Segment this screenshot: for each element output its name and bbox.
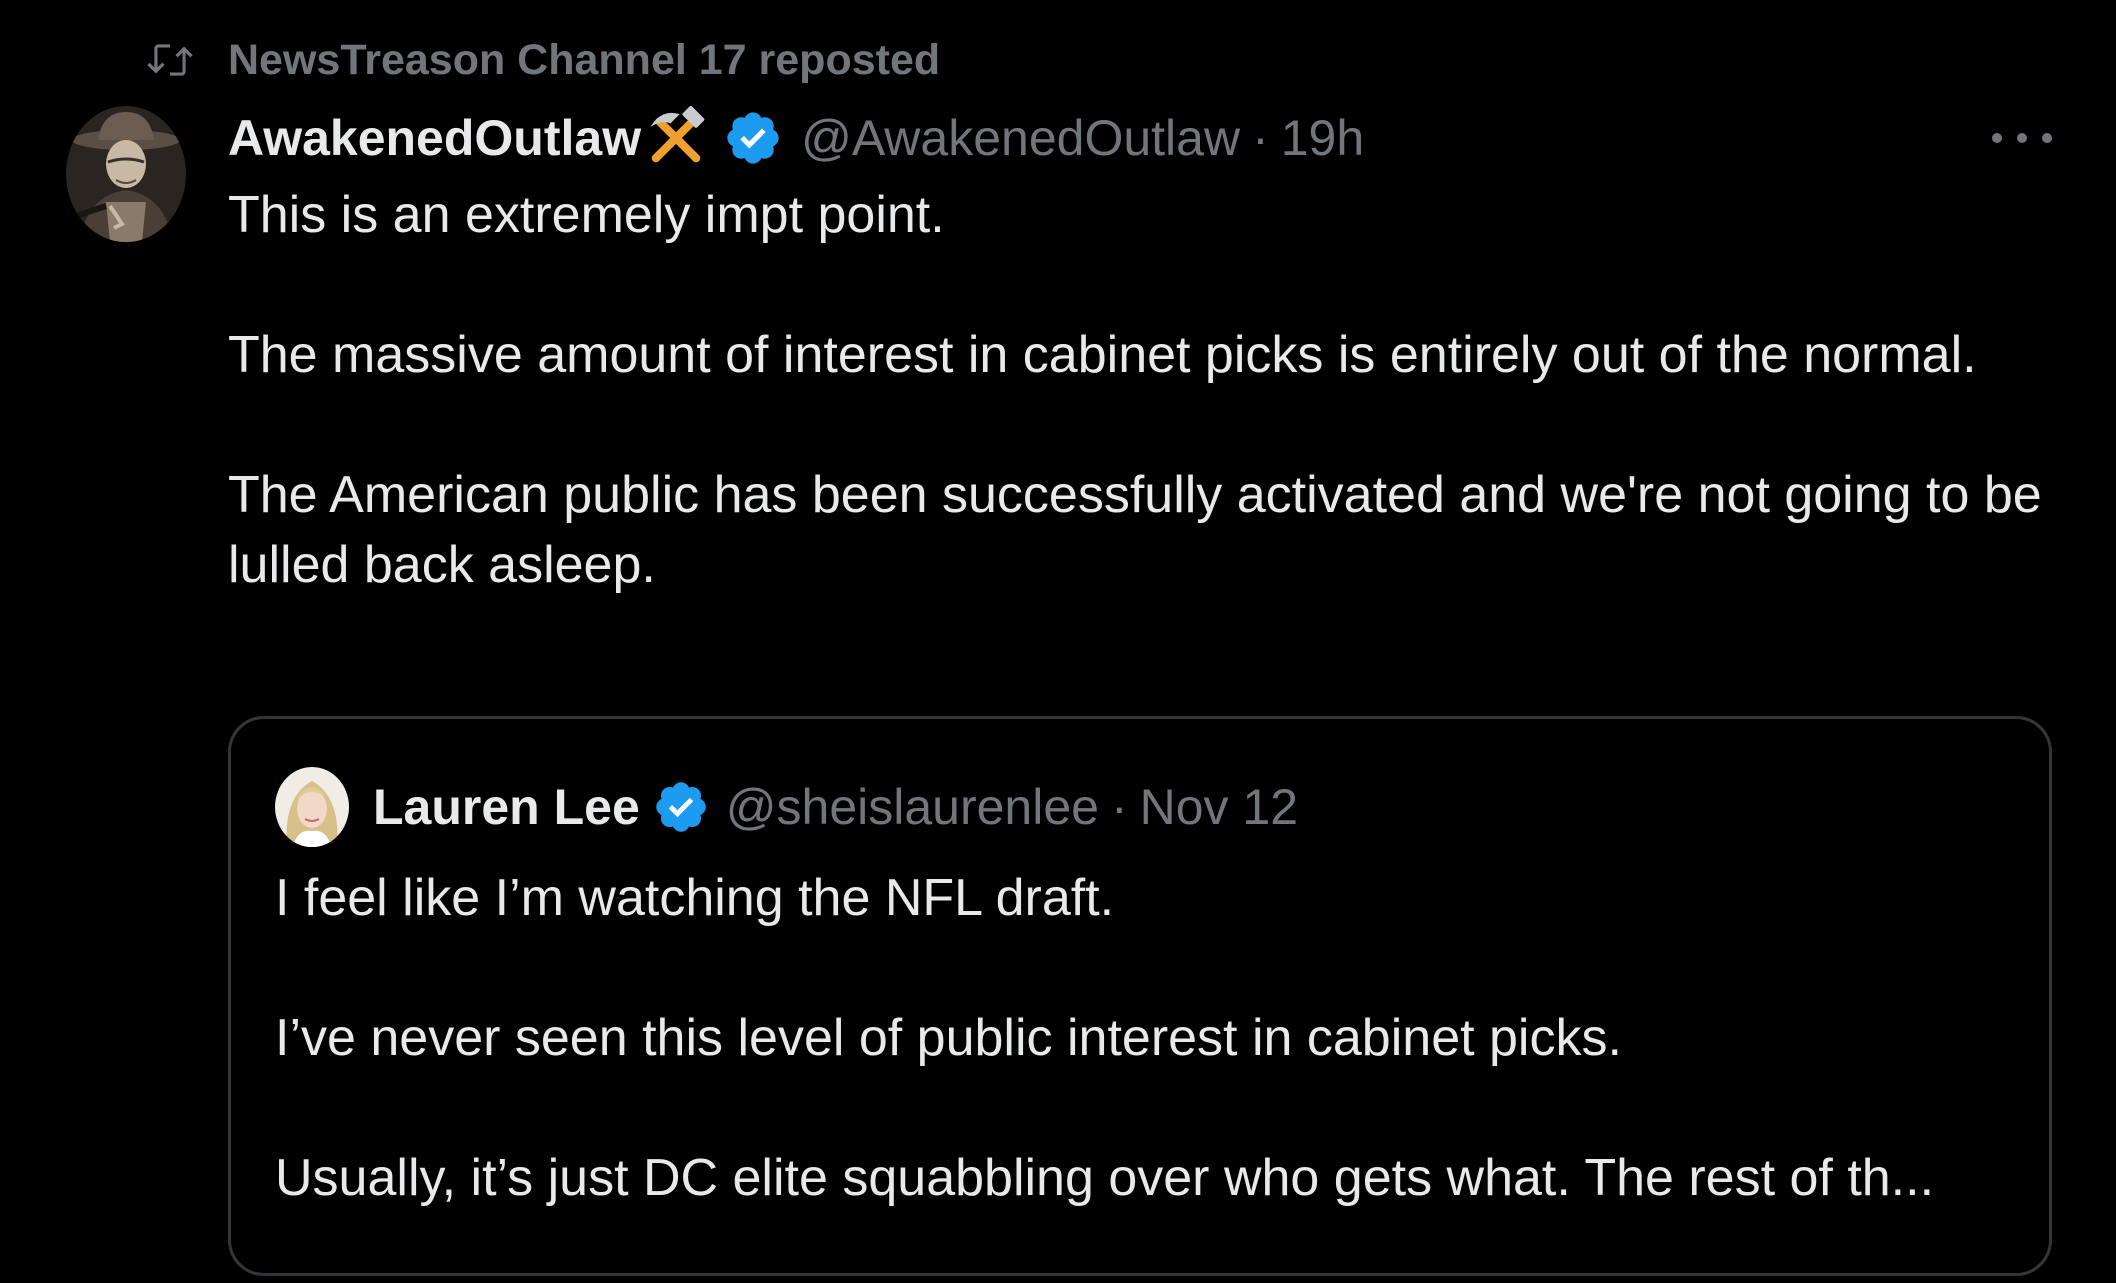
tweet-paragraph: This is an extremely impt point. — [228, 186, 945, 244]
user-handle[interactable]: @AwakenedOutlaw — [801, 109, 1240, 167]
quoted-timestamp[interactable]: Nov 12 — [1140, 778, 1298, 836]
separator-dot: · — [1110, 779, 1128, 835]
quoted-tweet-text: I feel like I’m watching the NFL draft. … — [275, 863, 2015, 1283]
separator-dot: · — [1252, 110, 1269, 166]
tweet-paragraph: The massive amount of interest in cabine… — [228, 326, 1977, 384]
repost-label[interactable]: NewsTreason Channel 17 reposted — [228, 36, 940, 85]
avatar[interactable] — [66, 106, 186, 242]
timestamp[interactable]: 19h — [1281, 109, 1364, 167]
quoted-paragraph: Usually, it’s just DC elite squabbling o… — [275, 1149, 1935, 1207]
tweet-header: AwakenedOutlaw @AwakenedOutlaw · 19h — [228, 104, 1364, 172]
more-dot — [1992, 133, 2002, 143]
tweet-paragraph: The American public has been successfull… — [228, 466, 2042, 594]
display-name[interactable]: AwakenedOutlaw — [228, 109, 641, 167]
quoted-avatar[interactable] — [275, 767, 349, 847]
quoted-tweet-card[interactable]: Lauren Lee @sheislaurenlee · Nov 12 I fe… — [228, 716, 2052, 1276]
tweet-text: This is an extremely impt point. The mas… — [228, 180, 2058, 600]
quoted-display-name[interactable]: Lauren Lee — [373, 778, 640, 836]
quoted-user-handle[interactable]: @sheislaurenlee — [726, 778, 1099, 836]
more-dot — [2042, 133, 2052, 143]
more-dot — [2017, 133, 2027, 143]
verified-badge-icon[interactable] — [723, 108, 783, 168]
quoted-paragraph: I feel like I’m watching the NFL draft. — [275, 869, 1115, 927]
repost-icon — [142, 32, 198, 88]
hammer-and-pick-icon — [643, 105, 709, 171]
verified-badge-icon[interactable] — [652, 778, 710, 836]
repost-indicator[interactable]: NewsTreason Channel 17 reposted — [142, 30, 940, 90]
quoted-tweet-header: Lauren Lee @sheislaurenlee · Nov 12 — [275, 767, 1298, 847]
more-options-icon[interactable] — [1992, 114, 2052, 162]
quoted-paragraph: I’ve never seen this level of public int… — [275, 1009, 1622, 1067]
